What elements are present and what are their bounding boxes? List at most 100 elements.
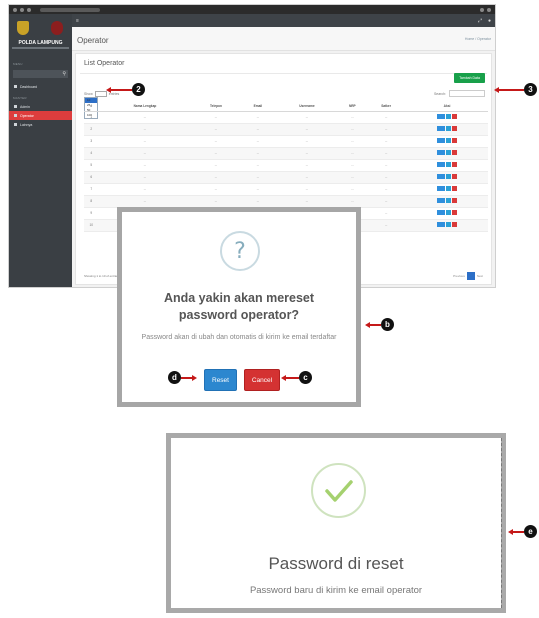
action-cell[interactable] bbox=[406, 159, 488, 172]
logo-area: POLDA LAMPUNG bbox=[9, 14, 72, 52]
action-cell[interactable] bbox=[406, 183, 488, 196]
delete-button[interactable] bbox=[452, 186, 458, 191]
table-cell: ... bbox=[98, 159, 192, 172]
delete-button[interactable] bbox=[452, 174, 458, 179]
table-cell: ... bbox=[98, 195, 192, 208]
row-actions bbox=[437, 114, 458, 119]
dashboard-icon bbox=[14, 85, 17, 88]
breadcrumb[interactable]: Home / Operator bbox=[465, 37, 491, 41]
table-cell: ... bbox=[191, 123, 241, 136]
browser-bar bbox=[9, 5, 495, 14]
table-cell: ... bbox=[366, 207, 407, 220]
column-header[interactable]: Satker bbox=[366, 102, 407, 112]
action-cell[interactable] bbox=[406, 171, 488, 184]
edit-button[interactable] bbox=[437, 150, 446, 155]
table-cell: ... bbox=[338, 195, 367, 208]
figure: POLDA LAMPUNG MENU ⚲ Dashboard MASTER Ad… bbox=[0, 0, 539, 618]
column-header[interactable]: Aksi bbox=[406, 102, 488, 112]
browser-menu-icon[interactable] bbox=[487, 7, 491, 12]
fullscreen-icon[interactable]: ⤢ bbox=[478, 18, 482, 24]
table-row: 3.................. bbox=[84, 135, 488, 148]
prev-page-button[interactable]: Previous bbox=[453, 274, 465, 278]
column-header[interactable]: # bbox=[84, 102, 99, 112]
browser-dot-icon bbox=[27, 7, 31, 12]
column-header[interactable]: Telepon bbox=[191, 102, 241, 112]
column-header[interactable]: Email bbox=[240, 102, 276, 112]
edit-button[interactable] bbox=[437, 114, 446, 119]
action-cell[interactable] bbox=[406, 111, 488, 124]
reset-password-button[interactable] bbox=[446, 138, 452, 143]
column-header[interactable]: NRP bbox=[338, 102, 367, 112]
cancel-button[interactable]: Cancel bbox=[244, 369, 280, 391]
sidebar-item-operator[interactable]: Operator bbox=[9, 111, 72, 120]
action-cell[interactable] bbox=[406, 147, 488, 160]
delete-button[interactable] bbox=[452, 198, 458, 203]
edit-button[interactable] bbox=[437, 138, 446, 143]
edit-button[interactable] bbox=[437, 210, 446, 215]
sidebar-item-label: Admin bbox=[20, 104, 30, 109]
action-cell[interactable] bbox=[406, 123, 488, 136]
reset-button[interactable]: Reset bbox=[204, 369, 237, 391]
delete-button[interactable] bbox=[452, 210, 458, 215]
reset-password-button[interactable] bbox=[446, 222, 452, 227]
sidebar-item-dashboard[interactable]: Dashboard bbox=[9, 82, 72, 91]
table-cell: 9 bbox=[84, 207, 99, 220]
reset-password-button[interactable] bbox=[446, 210, 452, 215]
edit-button[interactable] bbox=[437, 126, 446, 131]
add-operator-button[interactable]: Tambah Data bbox=[454, 73, 485, 83]
row-actions bbox=[437, 138, 458, 143]
reset-password-button[interactable] bbox=[446, 114, 452, 119]
page-1-button[interactable] bbox=[466, 272, 475, 280]
browser-menu-icon[interactable] bbox=[480, 7, 484, 12]
table-info: Showing 1 to 10 of entries bbox=[84, 274, 119, 278]
delete-button[interactable] bbox=[452, 114, 458, 119]
search-input[interactable] bbox=[449, 90, 485, 97]
table-cell: ... bbox=[275, 147, 339, 160]
action-cell[interactable] bbox=[406, 135, 488, 148]
callout-c: c bbox=[299, 371, 312, 384]
action-cell[interactable] bbox=[406, 219, 488, 232]
reset-password-button[interactable] bbox=[446, 198, 452, 203]
reset-confirm-dialog: ? Anda yakin akan mereset password opera… bbox=[117, 207, 361, 407]
user-menu-icon[interactable]: ● bbox=[488, 18, 491, 24]
browser-dot-icon bbox=[13, 7, 17, 12]
action-cell[interactable] bbox=[406, 195, 488, 208]
action-cell[interactable] bbox=[406, 207, 488, 220]
table-cell: ... bbox=[240, 111, 276, 124]
edit-button[interactable] bbox=[437, 198, 446, 203]
table-cell: ... bbox=[366, 123, 407, 136]
sidebar-item-lainnya[interactable]: Lainnya bbox=[9, 120, 72, 129]
reset-password-button[interactable] bbox=[446, 186, 452, 191]
table-cell: 2 bbox=[84, 123, 99, 136]
next-page-button[interactable]: Next bbox=[477, 274, 483, 278]
delete-button[interactable] bbox=[452, 222, 458, 227]
column-header[interactable]: Username bbox=[275, 102, 339, 112]
table-cell: ... bbox=[366, 111, 407, 124]
heart-icon bbox=[14, 123, 17, 126]
edit-button[interactable] bbox=[437, 162, 446, 167]
table-search: Search: bbox=[434, 90, 485, 97]
reset-password-button[interactable] bbox=[446, 174, 452, 179]
delete-button[interactable] bbox=[452, 162, 458, 167]
search-icon[interactable]: ⚲ bbox=[62, 71, 66, 77]
sidebar-item-admin[interactable]: Admin bbox=[9, 102, 72, 111]
address-bar[interactable] bbox=[40, 7, 100, 12]
success-text: Password baru di kirim ke email operator bbox=[249, 585, 423, 596]
dialog-edge bbox=[498, 438, 502, 608]
table-cell: 5 bbox=[84, 159, 99, 172]
table-cell: ... bbox=[338, 135, 367, 148]
table-cell: 10 bbox=[84, 219, 99, 232]
reset-password-button[interactable] bbox=[446, 150, 452, 155]
edit-button[interactable] bbox=[437, 186, 446, 191]
hamburger-icon[interactable]: ≡ bbox=[76, 18, 79, 24]
column-header[interactable]: Nama Lengkap bbox=[98, 102, 192, 112]
reset-password-button[interactable] bbox=[446, 126, 452, 131]
delete-button[interactable] bbox=[452, 150, 458, 155]
edit-button[interactable] bbox=[437, 174, 446, 179]
reset-password-button[interactable] bbox=[446, 162, 452, 167]
delete-button[interactable] bbox=[452, 138, 458, 143]
sidebar-search[interactable]: ⚲ bbox=[13, 70, 68, 78]
table-cell: ... bbox=[240, 123, 276, 136]
delete-button[interactable] bbox=[452, 126, 458, 131]
edit-button[interactable] bbox=[437, 222, 446, 227]
